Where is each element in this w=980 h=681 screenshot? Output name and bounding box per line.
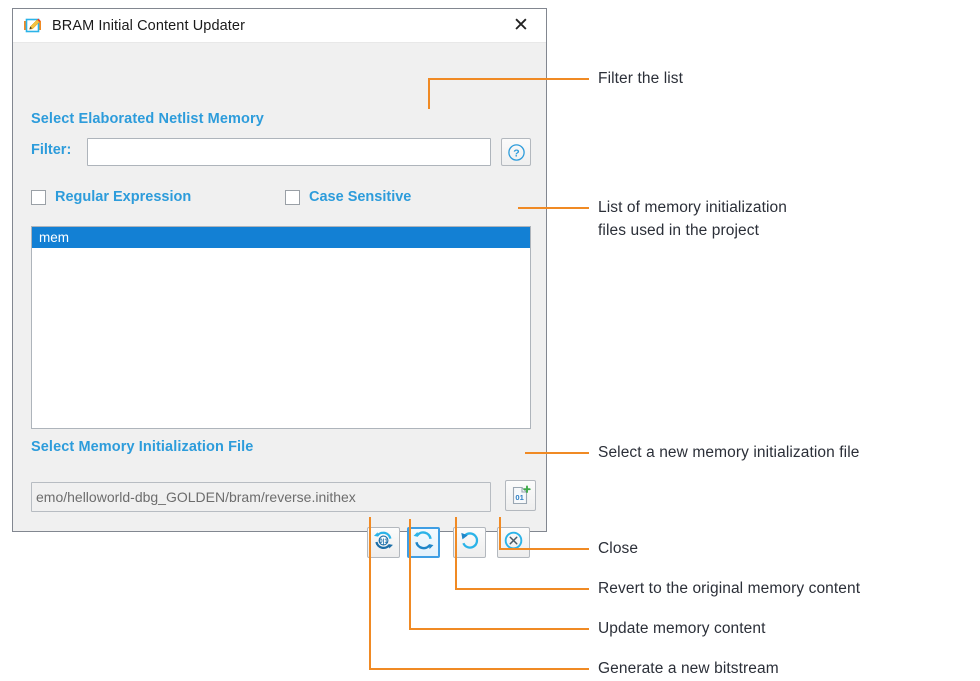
annotation-filter: Filter the list [598,70,684,87]
checkbox-box[interactable] [31,189,46,205]
undo-arrow-icon [459,530,480,556]
dialog-body: Select Elaborated Netlist Memory Filter:… [13,43,546,558]
annotation-bitstream: Generate a new bitstream [598,660,779,677]
annotation-update: Update memory content [598,620,766,637]
filter-label: Filter: [31,142,72,158]
memory-init-file-section-label: Select Memory Initialization File [31,439,254,455]
new-file-01-icon[interactable]: 01 [505,480,536,511]
svg-text:0|1: 0|1 [379,538,388,545]
list-item[interactable]: mem [32,227,530,248]
close-icon[interactable]: ✕ [500,10,542,42]
filter-input[interactable] [87,138,491,166]
netlist-memory-section-label: Select Elaborated Netlist Memory [31,111,264,127]
generate-bitstream-button[interactable]: 0|1 [367,527,400,558]
regular-expression-checkbox[interactable]: Regular Expression [31,189,191,205]
revert-memory-button[interactable] [453,527,486,558]
close-dialog-button[interactable] [497,527,530,558]
case-sensitive-label: Case Sensitive [309,189,412,205]
bram-initial-content-updater-dialog: BRAM Initial Content Updater ✕ Select El… [12,8,547,558]
annotation-list-line1: List of memory initialization [598,199,787,216]
svg-text:01: 01 [515,493,524,502]
annotation-select-file: Select a new memory initialization file [598,444,860,461]
annotation-list-line2: files used in the project [598,222,760,239]
close-circle-icon [503,530,524,556]
help-circle-icon[interactable]: ? [501,138,531,166]
dialog-titlebar: BRAM Initial Content Updater ✕ [13,9,546,43]
regular-expression-label: Regular Expression [55,189,192,205]
memory-list[interactable]: mem [31,226,531,429]
update-memory-button[interactable] [407,527,440,558]
refresh-circular-icon [413,530,434,556]
refresh-bits-icon: 0|1 [373,530,394,556]
checkbox-box[interactable] [285,189,300,205]
memory-init-file-path-input[interactable] [31,482,491,512]
dialog-title: BRAM Initial Content Updater [52,17,245,34]
bram-editor-icon [23,16,43,36]
case-sensitive-checkbox[interactable]: Case Sensitive [285,189,411,205]
annotation-revert: Revert to the original memory content [598,580,861,597]
svg-text:?: ? [513,147,519,159]
annotation-close: Close [598,540,639,557]
